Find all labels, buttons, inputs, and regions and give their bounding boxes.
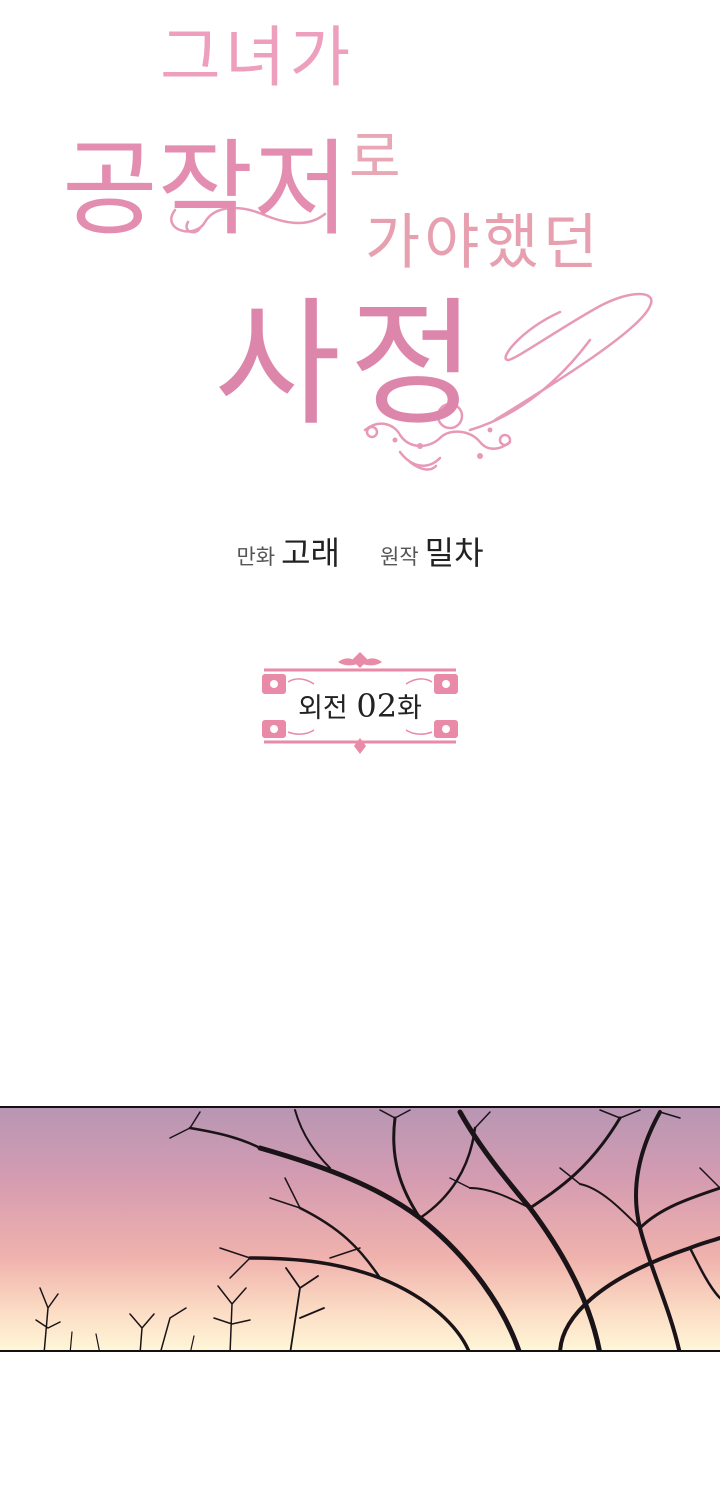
sunset-branches-panel	[0, 1106, 720, 1352]
title-line-2-main: 공작저	[62, 128, 350, 250]
title-line-2-small: 로	[349, 126, 401, 191]
title-line-4: 사정	[214, 284, 484, 445]
episode-label: 외전 02화	[258, 686, 462, 725]
title-logo: 그녀가 공작저로 가야했던 사정	[0, 0, 720, 490]
credits: 만화 고래 원작 밀차	[0, 528, 720, 574]
story-credit-name: 밀차	[424, 534, 484, 572]
art-credit-label: 만화	[236, 545, 276, 569]
episode-prefix: 외전	[298, 693, 348, 724]
title-line-2: 공작저로	[62, 104, 401, 255]
title-line-1: 그녀가	[160, 19, 355, 96]
art-credit-name: 고래	[281, 534, 340, 572]
episode-suffix: 화	[397, 693, 422, 724]
tree-branches-illustration	[35, 1109, 720, 1350]
episode-number: 02	[356, 687, 398, 725]
story-credit-label: 원작	[380, 545, 419, 569]
